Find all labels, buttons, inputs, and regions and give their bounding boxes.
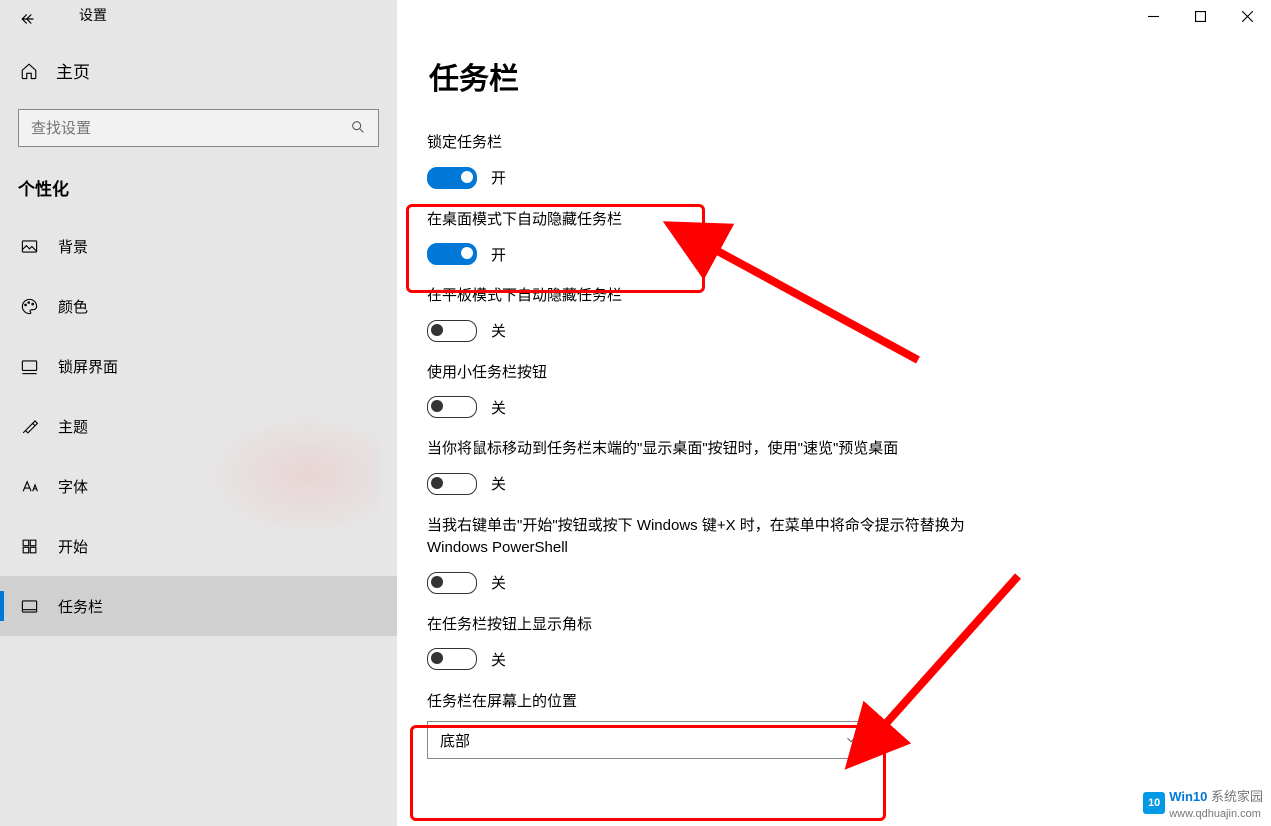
setting-label: 在桌面模式下自动隐藏任务栏 (427, 209, 1027, 232)
window-controls (1130, 0, 1271, 32)
toggle-row: 开 (427, 243, 1027, 265)
toggle-switch[interactable] (427, 572, 477, 594)
toggle-row: 关 (427, 648, 1027, 670)
setting-label: 锁定任务栏 (427, 132, 1027, 155)
sidebar-item-label: 任务栏 (58, 596, 103, 617)
setting-label: 使用小任务栏按钮 (427, 362, 1027, 385)
setting-show-badges: 在任务栏按钮上显示角标 关 (427, 614, 1027, 671)
page-title: 任务栏 (429, 54, 1271, 98)
setting-label: 在平板模式下自动隐藏任务栏 (427, 285, 1027, 308)
sidebar-item-taskbar[interactable]: 任务栏 (0, 576, 397, 636)
image-icon (19, 237, 39, 256)
setting-small-buttons: 使用小任务栏按钮 关 (427, 362, 1027, 419)
sidebar-section-title: 个性化 (18, 175, 379, 200)
sidebar-item-themes[interactable]: 主题 (0, 396, 397, 456)
sidebar-item-background[interactable]: 背景 (0, 216, 397, 276)
setting-label: 在任务栏按钮上显示角标 (427, 614, 1027, 637)
titlebar-left: 设置 (0, 0, 397, 38)
toggle-switch[interactable] (427, 167, 477, 189)
sidebar-item-label: 颜色 (58, 296, 88, 317)
watermark-url: www.qdhuajin.com (1169, 808, 1261, 820)
toggle-state: 开 (491, 167, 506, 188)
search-wrap (18, 109, 379, 147)
position-section-label: 任务栏在屏幕上的位置 (427, 690, 1027, 711)
setting-label: 当你将鼠标移动到任务栏末端的"显示桌面"按钮时，使用"速览"预览桌面 (427, 438, 1027, 461)
maximize-icon (1195, 11, 1206, 22)
toggle-row: 关 (427, 320, 1027, 342)
search-icon (350, 119, 366, 139)
back-button[interactable] (18, 8, 40, 30)
close-button[interactable] (1224, 0, 1271, 32)
window-title: 设置 (79, 5, 107, 25)
sidebar-item-label: 字体 (58, 476, 88, 497)
sidebar-item-label: 主题 (58, 416, 88, 437)
settings-list: 锁定任务栏 开 在桌面模式下自动隐藏任务栏 开 在平板模式下自动隐藏任务栏 关 … (427, 132, 1027, 759)
toggle-row: 关 (427, 572, 1027, 594)
search-box[interactable] (18, 109, 379, 147)
watermark-logo-icon: 10 (1143, 792, 1165, 814)
toggle-switch[interactable] (427, 648, 477, 670)
minimize-icon (1148, 11, 1159, 22)
maximize-button[interactable] (1177, 0, 1224, 32)
chevron-down-icon (844, 733, 858, 747)
setting-powershell-replace: 当我右键单击"开始"按钮或按下 Windows 键+X 时，在菜单中将命令提示符… (427, 515, 1027, 594)
home-icon (19, 62, 39, 80)
watermark-brand: Win10 (1169, 789, 1207, 804)
sidebar-nav: 背景 颜色 锁屏界面 主题 字体 (0, 216, 397, 636)
toggle-row: 开 (427, 167, 1027, 189)
toggle-switch[interactable] (427, 396, 477, 418)
setting-autohide-tablet: 在平板模式下自动隐藏任务栏 关 (427, 285, 1027, 342)
content-area: 任务栏 锁定任务栏 开 在桌面模式下自动隐藏任务栏 开 在平板模式下自动隐藏任务… (397, 0, 1271, 826)
font-icon (19, 477, 39, 496)
palette-icon (19, 297, 39, 316)
toggle-row: 关 (427, 473, 1027, 495)
sidebar-item-label: 开始 (58, 536, 88, 557)
toggle-switch[interactable] (427, 243, 477, 265)
toggle-switch[interactable] (427, 473, 477, 495)
setting-peek-preview: 当你将鼠标移动到任务栏末端的"显示桌面"按钮时，使用"速览"预览桌面 关 (427, 438, 1027, 495)
sidebar-item-label: 背景 (58, 236, 88, 257)
toggle-state: 关 (491, 320, 506, 341)
sidebar-home-label: 主页 (56, 58, 90, 83)
setting-autohide-desktop: 在桌面模式下自动隐藏任务栏 开 (427, 209, 1027, 266)
watermark: 10 Win10 系统家园 www.qdhuajin.com (1143, 786, 1263, 820)
sidebar-item-lockscreen[interactable]: 锁屏界面 (0, 336, 397, 396)
start-icon (19, 537, 39, 556)
sidebar: 设置 主页 个性化 背景 颜色 (0, 0, 397, 826)
toggle-state: 关 (491, 397, 506, 418)
sidebar-item-start[interactable]: 开始 (0, 516, 397, 576)
toggle-switch[interactable] (427, 320, 477, 342)
toggle-state: 开 (491, 244, 506, 265)
taskbar-position-combo[interactable]: 底部 (427, 721, 871, 759)
combo-value: 底部 (440, 730, 470, 751)
close-icon (1242, 11, 1253, 22)
sidebar-item-colors[interactable]: 颜色 (0, 276, 397, 336)
setting-label: 当我右键单击"开始"按钮或按下 Windows 键+X 时，在菜单中将命令提示符… (427, 515, 987, 560)
theme-icon (19, 417, 39, 436)
taskbar-icon (19, 597, 39, 616)
toggle-row: 关 (427, 396, 1027, 418)
sidebar-item-label: 锁屏界面 (58, 356, 118, 377)
toggle-state: 关 (491, 473, 506, 494)
watermark-text: 系统家园 (1211, 789, 1263, 804)
lockscreen-icon (19, 357, 39, 376)
search-input[interactable] (19, 110, 378, 146)
setting-lock-taskbar: 锁定任务栏 开 (427, 132, 1027, 189)
sidebar-item-fonts[interactable]: 字体 (0, 456, 397, 516)
toggle-state: 关 (491, 572, 506, 593)
toggle-state: 关 (491, 649, 506, 670)
minimize-button[interactable] (1130, 0, 1177, 32)
sidebar-home[interactable]: 主页 (0, 38, 397, 103)
